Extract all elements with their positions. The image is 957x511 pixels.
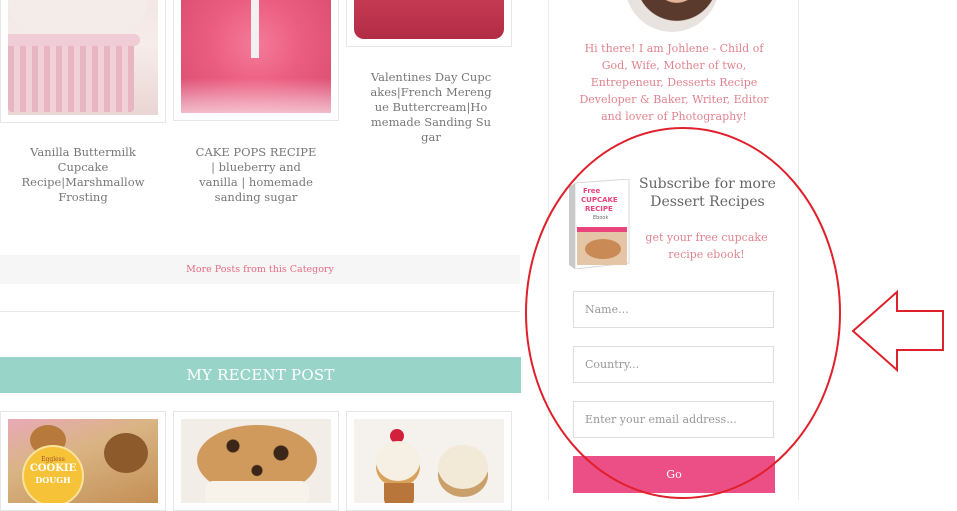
annotation-overlay bbox=[525, 127, 944, 499]
annotation-ellipse bbox=[525, 127, 841, 499]
annotation-arrow-icon bbox=[851, 289, 944, 373]
